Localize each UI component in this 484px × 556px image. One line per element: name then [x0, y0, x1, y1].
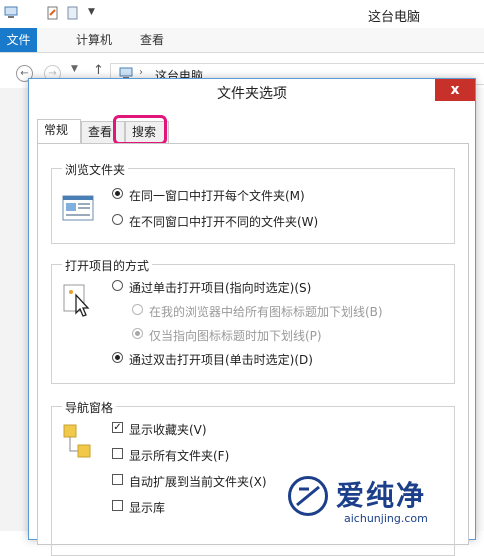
browse-folders-group: 浏览文件夹 在同一窗口中打开每个文件夹(M) 在不同窗口中打开不同的文件夹(W) [51, 161, 455, 244]
pointer-click-icon [63, 284, 90, 317]
checkbox-indicator[interactable]: ✓ [112, 422, 123, 433]
ribbon-tab-computer[interactable]: 计算机 [64, 28, 124, 52]
computer-icon[interactable] [4, 6, 18, 20]
click-items-group: 打开项目的方式 通过单击打开项目(指向时选定)(S) 在我的浏览器中给所有图标标… [51, 257, 455, 384]
dialog-title: 文件夹选项 [29, 79, 475, 109]
checkbox-indicator[interactable] [112, 448, 123, 459]
breadcrumb-chevron-icon: › [139, 67, 143, 78]
up-arrow-icon[interactable]: ↑ [93, 63, 104, 78]
ribbon-tab-view[interactable]: 查看 [128, 28, 176, 52]
brand-logo-icon [288, 476, 328, 516]
view-tab-highlight [113, 115, 167, 145]
window-layout-icon [62, 195, 94, 221]
navigation-pane [0, 88, 29, 531]
group-title: 浏览文件夹 [62, 161, 129, 178]
radio-indicator[interactable] [132, 304, 143, 315]
brand-name: 爱纯净 [336, 479, 427, 512]
watermark: 爱纯净 aichunjing.com [288, 474, 484, 531]
window-title: 这台电脑 [368, 10, 421, 25]
checkbox-indicator[interactable] [112, 474, 123, 485]
radio-indicator[interactable] [112, 280, 123, 291]
recent-dropdown-icon[interactable]: ▼ [71, 64, 78, 74]
radio-indicator[interactable] [112, 188, 123, 199]
ribbon-tab-file[interactable]: 文件 [0, 28, 37, 52]
radio-indicator[interactable] [132, 328, 143, 339]
explorer-titlebar: ▼ 这台电脑 [0, 0, 484, 29]
folder-tree-icon [63, 424, 91, 458]
close-button[interactable]: x [435, 79, 475, 101]
ribbon: 文件 计算机 查看 [0, 28, 484, 53]
qat-dropdown-icon[interactable]: ▼ [88, 7, 102, 21]
group-title: 导航窗格 [62, 399, 117, 416]
radio-indicator[interactable] [112, 352, 123, 363]
tab-general[interactable]: 常规 [37, 119, 81, 143]
group-title: 打开项目的方式 [62, 257, 153, 274]
checkbox-indicator[interactable] [112, 500, 123, 511]
brand-url: aichunjing.com [344, 512, 428, 525]
folder-options-dialog: 文件夹选项 x 常规 查看 搜索 浏览文件夹 在同一窗口中打开每个文件夹(M) [28, 78, 476, 556]
properties-icon[interactable] [46, 6, 60, 20]
new-folder-icon[interactable] [66, 6, 80, 20]
radio-indicator[interactable] [112, 214, 123, 225]
